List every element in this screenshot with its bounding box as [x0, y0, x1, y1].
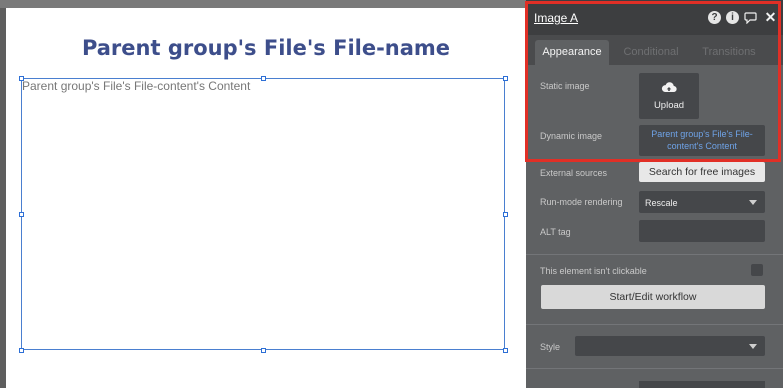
run-mode-rendering-label: Run-mode rendering	[540, 197, 623, 207]
resize-handle-middle-left[interactable]	[19, 212, 24, 217]
chevron-down-icon	[749, 344, 757, 349]
resize-handle-middle-right[interactable]	[503, 212, 508, 217]
start-edit-workflow-button[interactable]: Start/Edit workflow	[541, 285, 765, 309]
editor-canvas-top-strip	[0, 0, 526, 8]
alt-tag-label: ALT tag	[540, 227, 571, 237]
section-divider	[526, 324, 783, 325]
run-mode-rendering-value: Rescale	[645, 198, 678, 208]
resize-handle-top-right[interactable]	[503, 76, 508, 81]
not-clickable-label: This element isn't clickable	[540, 266, 647, 276]
resize-handle-top-center[interactable]	[261, 76, 266, 81]
resize-handle-bottom-right[interactable]	[503, 348, 508, 353]
highlight-annotation-box	[525, 1, 781, 162]
page-title-text[interactable]: Parent group's File's File-name	[6, 36, 526, 60]
run-mode-rendering-dropdown[interactable]: Rescale	[639, 191, 765, 213]
image-element-selected[interactable]	[21, 78, 505, 350]
chevron-down-icon	[749, 200, 757, 205]
resize-handle-top-left[interactable]	[19, 76, 24, 81]
style-dropdown[interactable]	[575, 336, 765, 356]
next-field-partial	[639, 381, 765, 388]
style-label: Style	[540, 342, 561, 352]
section-divider	[526, 368, 783, 369]
resize-handle-bottom-left[interactable]	[19, 348, 24, 353]
not-clickable-checkbox[interactable]	[751, 264, 763, 276]
section-divider	[526, 254, 783, 255]
external-sources-label: External sources	[540, 168, 608, 178]
resize-handle-bottom-center[interactable]	[261, 348, 266, 353]
alt-tag-input[interactable]	[639, 220, 765, 242]
search-free-images-button[interactable]: Search for free images	[639, 162, 765, 182]
image-element-placeholder-text: Parent group's File's File-content's Con…	[22, 79, 251, 93]
